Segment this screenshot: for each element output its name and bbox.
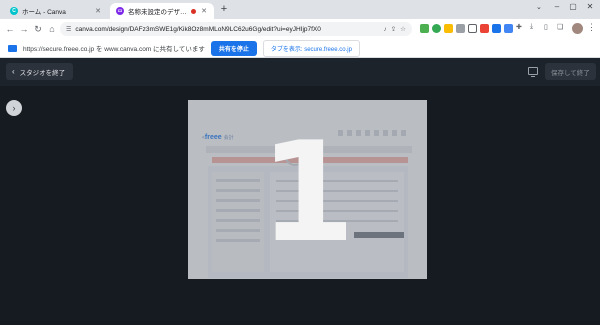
canva-favicon-icon: C xyxy=(10,7,18,15)
forward-icon[interactable]: → xyxy=(18,23,30,35)
extension-blue2-icon[interactable] xyxy=(504,24,513,33)
extension-grey-icon[interactable] xyxy=(456,24,465,33)
tab-home-canva[interactable]: C ホーム - Canva ✕ xyxy=(4,3,108,19)
profile-avatar[interactable] xyxy=(572,23,583,34)
canva-studio: ‹ スタジオを終了 保存して終了 › <freee 会計 1 xyxy=(0,58,600,325)
monitor-icon[interactable] xyxy=(528,67,538,77)
canva-presentation-favicon-icon: ▭ xyxy=(116,7,124,15)
browser-toolbar: ← → ↻ ⌂ ☰ canva.com/design/DAFz3mSWE1g/K… xyxy=(0,19,600,39)
save-and-exit-button[interactable]: 保存して終了 xyxy=(545,63,596,80)
share-message: https://secure.freee.co.jp を www.canva.c… xyxy=(23,46,205,53)
download-icon[interactable]: ⤓ xyxy=(530,23,533,31)
browser-tabstrip: C ホーム - Canva ✕ ▭ 名称未設定のデザイン - プレゼ ✕ + ⌄… xyxy=(0,0,600,19)
exit-studio-label: スタジオを終了 xyxy=(19,69,66,77)
slide-preview: <freee 会計 1 xyxy=(188,100,427,279)
studio-header: ‹ スタジオを終了 保存して終了 xyxy=(0,58,600,86)
switch-to-tab-button[interactable]: タブを表示: secure.freee.co.jp xyxy=(262,39,360,57)
star-icon[interactable]: ☆ xyxy=(400,25,406,33)
tab-title: ホーム - Canva xyxy=(22,9,66,16)
back-icon[interactable]: ← xyxy=(4,23,16,35)
screen-share-bar: https://secure.freee.co.jp を www.canva.c… xyxy=(0,39,600,58)
close-window-icon[interactable]: ✕ xyxy=(583,2,597,11)
tab-title: 名称未設定のデザイン - プレゼ xyxy=(128,9,187,16)
extensions-icon[interactable]: ✚ xyxy=(516,23,522,31)
expand-panel-button[interactable]: › xyxy=(6,100,22,116)
recording-countdown: 1 xyxy=(259,111,356,273)
extension-red-icon[interactable] xyxy=(480,24,489,33)
tab-design-presentation[interactable]: ▭ 名称未設定のデザイン - プレゼ ✕ xyxy=(110,3,214,19)
recording-icon xyxy=(191,8,196,14)
extension-blue-icon[interactable] xyxy=(492,24,501,33)
extension-yellow-icon[interactable] xyxy=(444,24,453,33)
new-tab-button[interactable]: + xyxy=(218,4,230,16)
menu-icon[interactable]: ⋮ xyxy=(587,22,596,33)
home-icon[interactable]: ⌂ xyxy=(46,23,58,35)
tune-icon[interactable]: ☰ xyxy=(66,26,71,33)
screen-share-icon xyxy=(8,44,17,52)
maximize-icon[interactable]: ▢ xyxy=(566,2,580,11)
extension-evernote-icon[interactable] xyxy=(432,24,441,33)
stop-sharing-button[interactable]: 共有を停止 xyxy=(210,40,257,56)
tab-search-icon[interactable]: ⌄ xyxy=(536,3,542,11)
exit-studio-button[interactable]: ‹ スタジオを終了 xyxy=(6,63,74,80)
sidepanel-icon[interactable]: ▯ xyxy=(544,23,548,31)
mic-icon[interactable]: ♪ xyxy=(383,26,386,33)
extension-green-icon[interactable] xyxy=(420,24,429,33)
url-text[interactable]: canva.com/design/DAFz3mSWE1g/Kik8Oz8mMLo… xyxy=(75,26,379,33)
reload-icon[interactable]: ↻ xyxy=(32,23,44,35)
address-bar[interactable]: ☰ canva.com/design/DAFz3mSWE1g/Kik8Oz8mM… xyxy=(60,22,412,36)
close-icon[interactable]: ✕ xyxy=(200,7,208,15)
more-extensions-icon[interactable]: ❏ xyxy=(557,23,563,31)
minimize-icon[interactable]: – xyxy=(550,2,564,11)
close-icon[interactable]: ✕ xyxy=(94,7,102,15)
share-icon[interactable]: ⇪ xyxy=(391,25,396,33)
extension-rss-icon[interactable] xyxy=(468,24,477,33)
chevron-left-icon: ‹ xyxy=(12,67,15,76)
